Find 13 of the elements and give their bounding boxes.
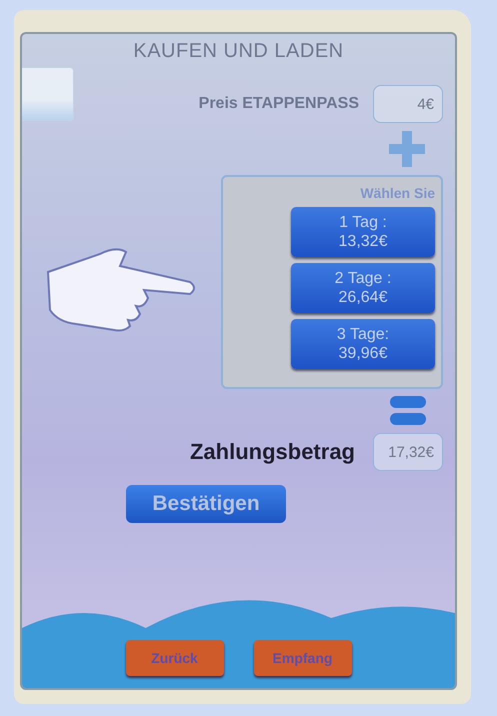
total-label: Zahlungsbetrag (190, 439, 355, 465)
screen-title: KAUFEN UND LADEN (132, 39, 345, 63)
day-option-button[interactable]: 1 Tag : 13,32€ (291, 207, 435, 257)
panel-heading: Wählen Sie (360, 185, 435, 201)
day-option-button[interactable]: 3 Tage: 39,96€ (291, 319, 435, 369)
confirm-button[interactable]: Bestätigen (126, 485, 286, 523)
plus-icon (387, 129, 427, 169)
card-picture (22, 67, 74, 121)
day-option-button[interactable]: 2 Tage : 26,64€ (291, 263, 435, 313)
total-value: 17,32€ (373, 433, 443, 471)
equals-icon (389, 395, 427, 427)
price-value: 4€ (373, 85, 443, 123)
price-label: Preis ETAPPENPASS (198, 95, 359, 113)
